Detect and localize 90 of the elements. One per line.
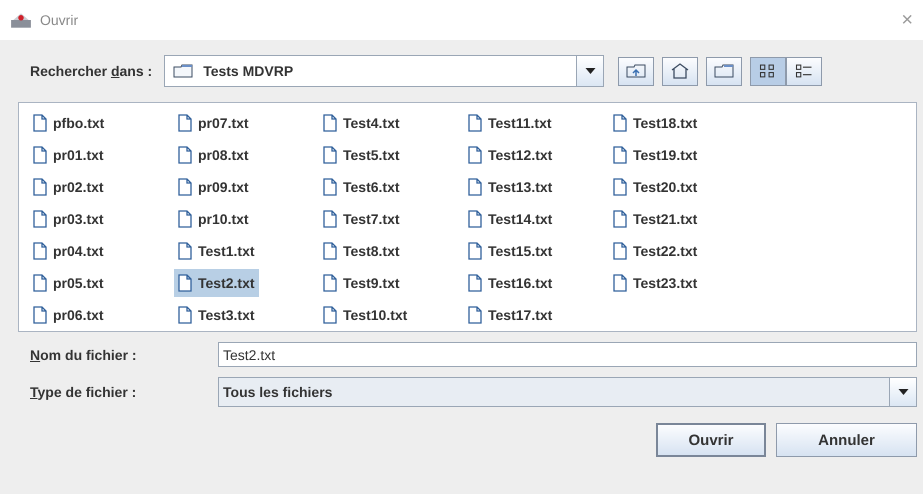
file-item[interactable]: pr01.txt <box>29 141 108 169</box>
file-icon <box>178 274 192 292</box>
look-in-combo[interactable]: Tests MDVRP <box>164 55 604 87</box>
file-icon <box>33 114 47 132</box>
file-item[interactable]: Test5.txt <box>319 141 404 169</box>
file-icon <box>468 274 482 292</box>
file-icon <box>323 178 337 196</box>
file-icon <box>33 210 47 228</box>
file-item[interactable]: Test8.txt <box>319 237 404 265</box>
file-icon <box>33 178 47 196</box>
file-icon <box>468 178 482 196</box>
file-item[interactable]: Test10.txt <box>319 301 412 329</box>
home-button[interactable] <box>662 56 698 86</box>
file-item[interactable]: Test22.txt <box>609 237 702 265</box>
file-item[interactable]: pr08.txt <box>174 141 253 169</box>
file-icon <box>323 306 337 324</box>
file-item[interactable]: Test17.txt <box>464 301 556 329</box>
look-in-label: Rechercher dans : <box>30 63 152 79</box>
file-item[interactable]: pr03.txt <box>29 205 108 233</box>
file-item[interactable]: Test16.txt <box>464 269 556 297</box>
file-item[interactable]: pr04.txt <box>29 237 108 265</box>
file-icon <box>613 210 627 228</box>
folder-icon <box>173 64 194 78</box>
file-name-label: Nom du fichier : <box>29 346 138 362</box>
file-icon <box>468 114 482 132</box>
folder-up-icon <box>626 64 646 78</box>
file-type-combo[interactable]: Tous les fichiers <box>218 377 917 407</box>
file-icon <box>178 210 192 228</box>
list-view-button[interactable] <box>750 56 786 86</box>
file-icon <box>613 178 627 196</box>
details-view-button[interactable] <box>786 56 822 86</box>
file-item[interactable]: Test6.txt <box>319 173 404 201</box>
open-button[interactable]: Ouvrir <box>656 423 766 457</box>
list-icon <box>795 64 814 78</box>
file-icon <box>468 146 482 164</box>
file-icon <box>178 242 192 260</box>
file-icon <box>178 114 192 132</box>
file-type-label: Type de fichier : <box>29 384 138 400</box>
file-item[interactable]: pr02.txt <box>29 173 108 201</box>
dropdown-arrow-icon <box>584 68 596 74</box>
file-item[interactable]: Test2.txt <box>174 269 259 297</box>
cancel-button[interactable]: Annuler <box>776 423 917 457</box>
file-icon <box>33 306 47 324</box>
file-icon <box>613 274 627 292</box>
file-item[interactable]: Test4.txt <box>319 109 404 137</box>
folder-icon <box>714 64 734 78</box>
dropdown-arrow-icon <box>898 389 908 395</box>
new-folder-button[interactable] <box>706 56 742 86</box>
file-icon <box>323 114 337 132</box>
file-item[interactable]: pr10.txt <box>174 205 253 233</box>
file-item[interactable]: Test12.txt <box>464 141 556 169</box>
file-icon <box>178 178 192 196</box>
file-item[interactable]: Test14.txt <box>464 205 556 233</box>
file-icon <box>323 274 337 292</box>
file-item[interactable]: Test15.txt <box>464 237 556 265</box>
file-item[interactable]: Test7.txt <box>319 205 404 233</box>
file-item[interactable]: Test11.txt <box>464 109 556 137</box>
file-icon <box>613 242 627 260</box>
file-item[interactable]: pfbo.txt <box>29 109 108 137</box>
file-item[interactable]: Test3.txt <box>174 301 259 329</box>
file-item[interactable]: Test21.txt <box>609 205 702 233</box>
file-item[interactable]: Test19.txt <box>609 141 702 169</box>
file-icon <box>323 210 337 228</box>
file-icon <box>468 306 482 324</box>
file-item[interactable]: Test18.txt <box>609 109 702 137</box>
file-item[interactable]: pr06.txt <box>29 301 108 329</box>
file-icon <box>468 242 482 260</box>
file-item[interactable]: pr05.txt <box>29 269 108 297</box>
file-icon <box>468 210 482 228</box>
file-icon <box>613 146 627 164</box>
file-icon <box>323 242 337 260</box>
app-icon <box>10 11 32 29</box>
file-item[interactable]: pr09.txt <box>174 173 253 201</box>
file-item[interactable]: Test13.txt <box>464 173 556 201</box>
file-icon <box>178 146 192 164</box>
file-icon <box>178 306 192 324</box>
file-item[interactable]: Test23.txt <box>609 269 702 297</box>
window-title: Ouvrir <box>40 12 78 28</box>
file-item[interactable]: Test9.txt <box>319 269 404 297</box>
file-item[interactable]: Test20.txt <box>609 173 702 201</box>
file-icon <box>323 146 337 164</box>
file-icon <box>33 242 47 260</box>
file-icon <box>33 274 47 292</box>
file-name-field[interactable]: Test2.txt <box>218 342 917 367</box>
home-icon <box>670 63 690 79</box>
file-item[interactable]: pr07.txt <box>174 109 253 137</box>
file-item[interactable]: Test1.txt <box>174 237 259 265</box>
file-icon <box>613 114 627 132</box>
file-icon <box>33 146 47 164</box>
up-folder-button[interactable] <box>618 56 654 86</box>
